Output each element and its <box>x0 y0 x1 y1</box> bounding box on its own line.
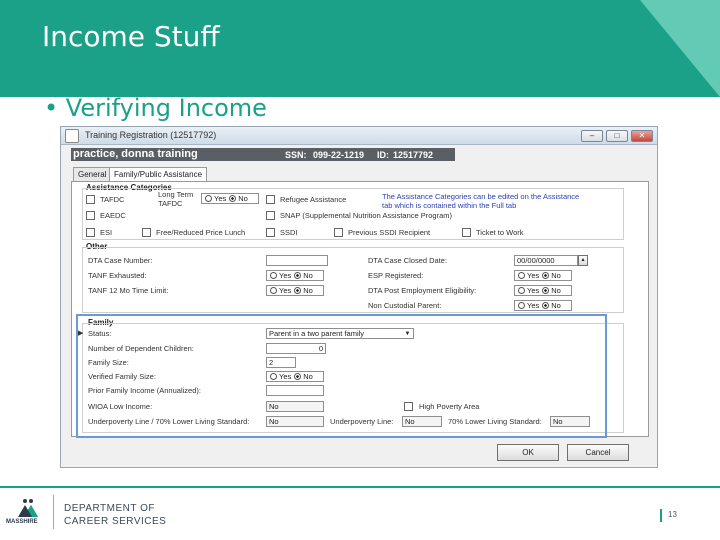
footer-separator <box>53 495 54 529</box>
ssn-label: SSN: <box>285 150 307 160</box>
no-text: No <box>238 194 248 203</box>
ticket-to-work-checkbox[interactable] <box>462 228 471 237</box>
slide-title: Income Stuff <box>42 20 220 53</box>
participant-name: practice, donna training <box>73 148 198 160</box>
eaedc-checkbox[interactable] <box>86 211 95 220</box>
minimize-button[interactable]: ‒ <box>581 130 603 142</box>
non-custodial-radio[interactable]: Yes No <box>514 300 572 311</box>
ticket-to-work-label: Ticket to Work <box>476 228 524 237</box>
yes-text: Yes <box>214 194 227 203</box>
logo-text: MASSHIRE <box>6 519 38 525</box>
tanf-limit-no-radio[interactable] <box>294 287 302 294</box>
bullet-symbol: • <box>44 94 59 122</box>
date-spinner[interactable]: ▴ <box>578 255 588 266</box>
no-text: No <box>303 271 313 280</box>
ssn-value: 099-22-1219 <box>313 150 365 160</box>
page-number-bar <box>660 509 662 522</box>
yes-text: Yes <box>527 271 540 280</box>
long-term-tafdc-no-radio[interactable] <box>229 195 237 202</box>
maximize-button[interactable]: □ <box>606 130 628 142</box>
tafdc-checkbox[interactable] <box>86 195 95 204</box>
tanf-limit-yes-radio[interactable] <box>270 287 277 294</box>
previous-ssdi-checkbox[interactable] <box>334 228 343 237</box>
tanf-exhausted-no-radio[interactable] <box>294 272 302 279</box>
window-titlebar: Training Registration (12517792) ‒ □ ✕ <box>61 127 657 145</box>
refugee-checkbox[interactable] <box>266 195 275 204</box>
slide-bullet: • Verifying Income <box>44 94 267 122</box>
esp-registered-label: ESP Registered: <box>368 271 424 280</box>
ok-button[interactable]: OK <box>497 444 559 461</box>
app-icon <box>65 129 79 143</box>
tanf-exhausted-radio[interactable]: Yes No <box>266 270 324 281</box>
dta-case-number-label: DTA Case Number: <box>88 256 153 265</box>
header-accent-triangle <box>640 0 720 97</box>
long-term-tafdc-yes-radio[interactable] <box>205 195 212 202</box>
yes-text: Yes <box>279 271 292 280</box>
ssdi-checkbox[interactable] <box>266 228 275 237</box>
close-button[interactable]: ✕ <box>631 130 653 142</box>
yes-text: Yes <box>279 286 292 295</box>
refugee-label: Refugee Assistance <box>280 195 347 204</box>
non-custodial-yes-radio[interactable] <box>518 302 525 309</box>
long-term-tafdc-radio[interactable]: Yes No <box>201 193 259 204</box>
tanf-exhausted-yes-radio[interactable] <box>270 272 277 279</box>
non-custodial-no-radio[interactable] <box>542 302 550 309</box>
id-value: 12517792 <box>393 150 434 160</box>
dta-post-eligibility-radio[interactable]: Yes No <box>514 285 572 296</box>
page-number: 13 <box>668 510 677 519</box>
esp-registered-no-radio[interactable] <box>542 272 550 279</box>
tanf-exhausted-label: TANF Exhausted: <box>88 271 147 280</box>
department-line-2: CAREER SERVICES <box>64 516 167 527</box>
training-registration-window: Training Registration (12517792) ‒ □ ✕ p… <box>60 126 658 468</box>
tafdc-label: TAFDC <box>100 195 125 204</box>
snap-label: SNAP (Supplemental Nutrition Assistance … <box>280 211 453 220</box>
window-title: Training Registration (12517792) <box>85 130 217 140</box>
yes-text: Yes <box>527 286 540 295</box>
dta-post-eligibility-label: DTA Post Employment Eligibility: <box>368 286 477 295</box>
esp-registered-yes-radio[interactable] <box>518 272 525 279</box>
yes-text: Yes <box>527 301 540 310</box>
dta-post-eligibility-no-radio[interactable] <box>542 287 550 294</box>
family-highlight-box <box>76 314 607 438</box>
long-term-tafdc-label: Long Term TAFDC <box>158 190 194 208</box>
ssdi-label: SSDI <box>280 228 298 237</box>
free-lunch-checkbox[interactable] <box>142 228 151 237</box>
cancel-button[interactable]: Cancel <box>567 444 629 461</box>
no-text: No <box>551 301 561 310</box>
tanf-limit-radio[interactable]: Yes No <box>266 285 324 296</box>
dta-post-eligibility-yes-radio[interactable] <box>518 287 525 294</box>
no-text: No <box>551 271 561 280</box>
esp-registered-radio[interactable]: Yes No <box>514 270 572 281</box>
esi-checkbox[interactable] <box>86 228 95 237</box>
assistance-note: The Assistance Categories can be edited … <box>382 192 580 210</box>
dta-case-closed-input[interactable]: 00/00/0000 <box>514 255 578 266</box>
tab-general[interactable]: General <box>73 167 112 181</box>
footer-rule <box>0 486 720 488</box>
tab-family-public-assistance[interactable]: Family/Public Assistance <box>109 167 208 182</box>
no-text: No <box>551 286 561 295</box>
eaedc-label: EAEDC <box>100 211 126 220</box>
non-custodial-label: Non Custodial Parent: <box>368 301 442 310</box>
participant-bar: practice, donna training SSN: 099-22-121… <box>71 148 455 161</box>
bullet-text: Verifying Income <box>65 94 267 122</box>
id-label: ID: <box>377 150 389 160</box>
masshire-logo-icon <box>18 499 38 517</box>
dta-case-number-input[interactable] <box>266 255 328 266</box>
department-line-1: DEPARTMENT OF <box>64 503 155 514</box>
esi-label: ESI <box>100 228 113 237</box>
dta-case-closed-label: DTA Case Closed Date: <box>368 256 448 265</box>
no-text: No <box>303 286 313 295</box>
free-lunch-label: Free/Reduced Price Lunch <box>156 228 246 237</box>
previous-ssdi-label: Previous SSDI Recipient <box>348 228 431 237</box>
tanf-limit-label: TANF 12 Mo Time Limit: <box>88 286 169 295</box>
snap-checkbox[interactable] <box>266 211 275 220</box>
